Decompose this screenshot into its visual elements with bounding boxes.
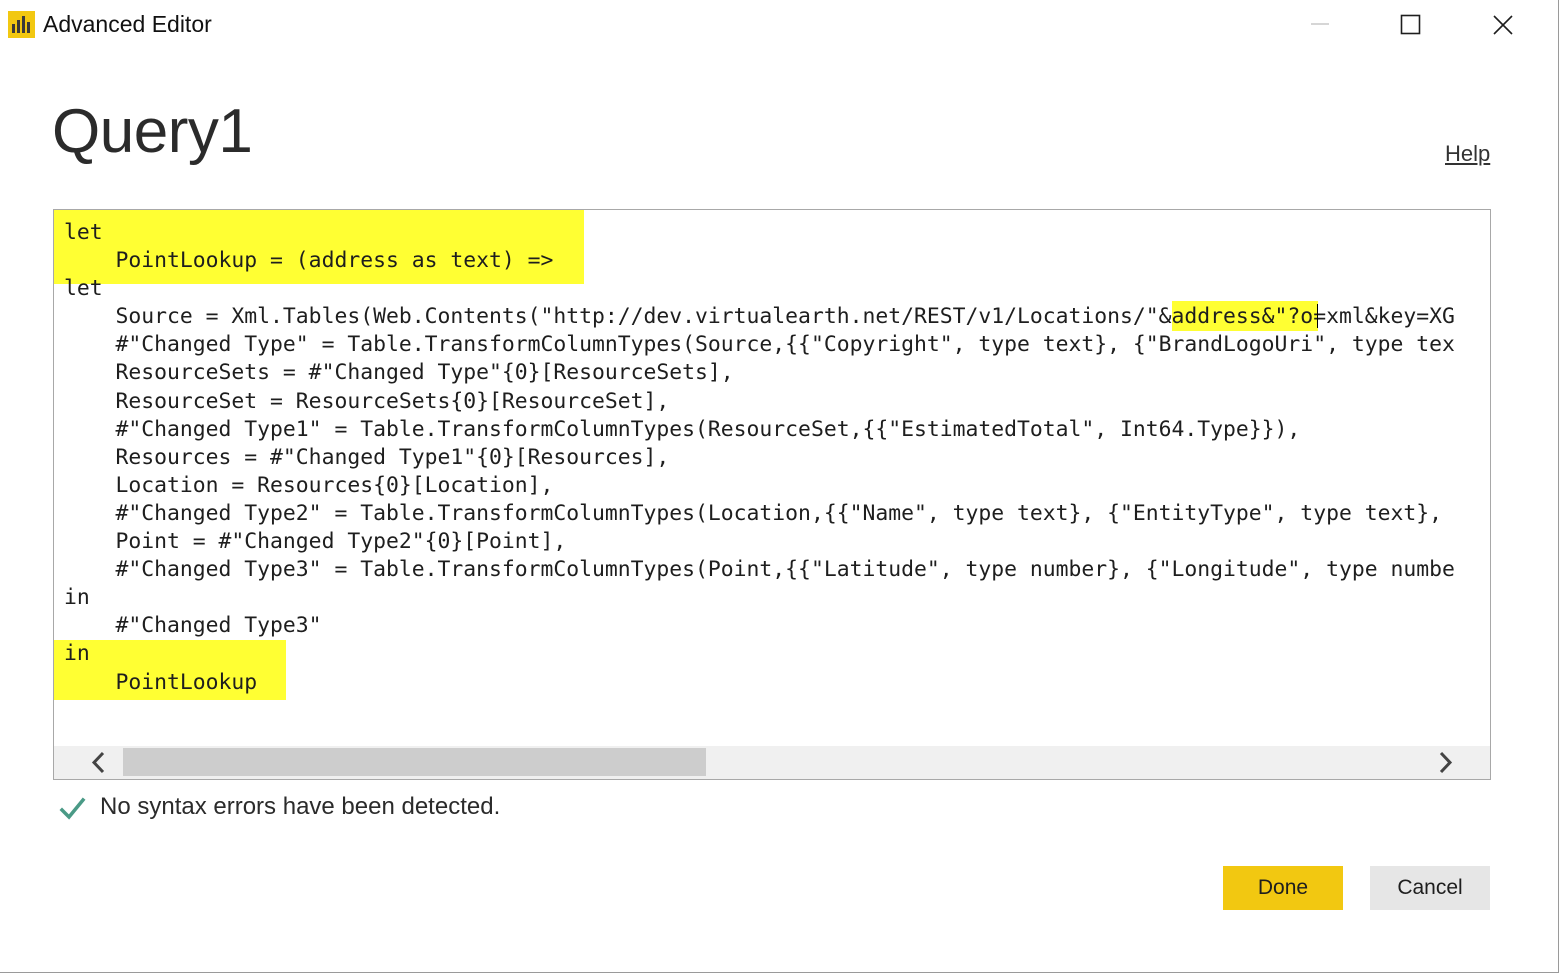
chevron-right-icon xyxy=(1439,751,1453,774)
status-message: No syntax errors have been detected. xyxy=(100,793,501,820)
maximize-icon xyxy=(1400,14,1421,35)
code-editor[interactable]: let PointLookup = (address as text) => le… xyxy=(53,209,1491,780)
maximize-button[interactable] xyxy=(1365,0,1455,50)
minimize-button[interactable] xyxy=(1274,0,1364,50)
code-line: #"Changed Type" = Table.TransformColumnT… xyxy=(64,332,1455,358)
minimize-icon xyxy=(1311,23,1329,25)
code-line: Location = Resources{0}[Location], xyxy=(64,472,554,498)
help-link[interactable]: Help xyxy=(1445,141,1490,167)
code-area[interactable]: let PointLookup = (address as text) => le… xyxy=(54,210,1490,746)
code-line: ResourceSet = ResourceSets{0}[ResourceSe… xyxy=(64,388,670,414)
scroll-right-button[interactable] xyxy=(1424,746,1468,779)
code-lines: let PointLookup = (address as text) => le… xyxy=(64,219,1455,697)
code-line: let xyxy=(64,220,103,245)
text-caret xyxy=(1317,304,1318,328)
power-bi-icon xyxy=(8,11,35,38)
code-line: #"Changed Type2" = Table.TransformColumn… xyxy=(64,500,1442,526)
code-line: in xyxy=(64,641,90,667)
query-title: Query1 xyxy=(52,97,253,166)
code-line: in xyxy=(64,585,90,611)
close-icon xyxy=(1493,15,1513,35)
advanced-editor-window: Advanced Editor Query1 Help let PointLoo… xyxy=(0,0,1559,973)
code-line: #"Changed Type3" = Table.TransformColumn… xyxy=(64,557,1455,583)
horizontal-scrollbar[interactable] xyxy=(54,746,1490,779)
window-title: Advanced Editor xyxy=(43,11,212,37)
code-line: PointLookup xyxy=(64,669,258,695)
scroll-left-button[interactable] xyxy=(76,746,120,779)
scrollbar-thumb[interactable] xyxy=(123,748,706,776)
code-line: Resources = #"Changed Type1"{0}[Resource… xyxy=(64,444,670,470)
title-bar: Advanced Editor xyxy=(0,0,1558,50)
code-line: PointLookup = (address as text) => xyxy=(64,248,554,274)
chevron-left-icon xyxy=(91,751,105,774)
check-icon xyxy=(59,797,86,820)
code-line: #"Changed Type3" xyxy=(64,613,322,639)
code-line: let xyxy=(64,276,103,302)
done-button[interactable]: Done xyxy=(1223,866,1343,910)
code-line: Source = Xml.Tables(Web.Contents("http:/… xyxy=(64,304,1455,330)
code-line: ResourceSets = #"Changed Type"{0}[Resour… xyxy=(64,360,734,386)
cancel-button[interactable]: Cancel xyxy=(1370,866,1490,910)
close-button[interactable] xyxy=(1457,0,1547,50)
code-line: Point = #"Changed Type2"{0}[Point], xyxy=(64,529,567,555)
code-line: #"Changed Type1" = Table.TransformColumn… xyxy=(64,416,1301,442)
